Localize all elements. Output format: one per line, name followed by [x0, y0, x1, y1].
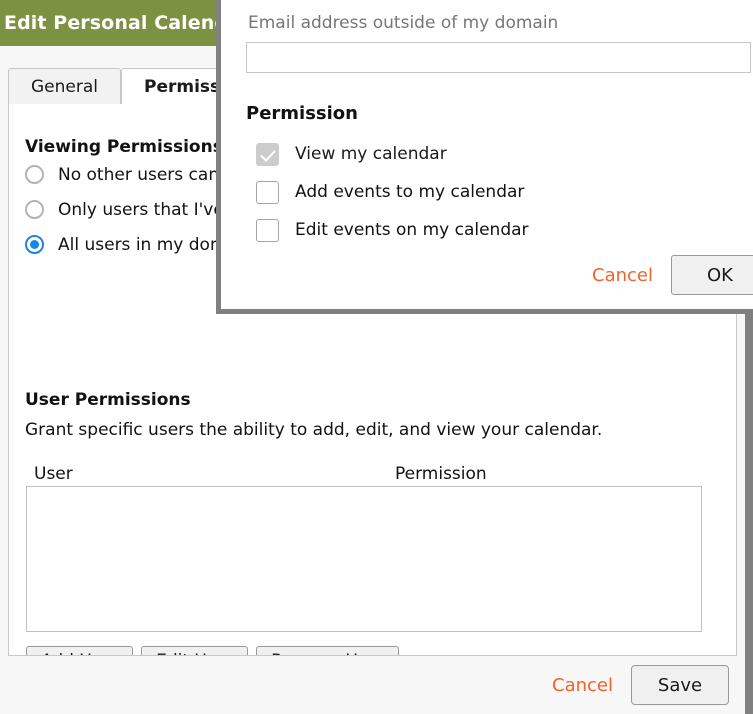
cancel-button[interactable]: Cancel [552, 675, 613, 696]
user-permissions-listbox[interactable] [26, 486, 702, 632]
add-user-permission-modal: Email address outside of my domain Permi… [216, 0, 753, 314]
radio-icon[interactable] [25, 200, 44, 219]
user-permissions-list-header: User Permission [9, 464, 736, 486]
remove-user-button[interactable]: Remove User [256, 646, 400, 655]
modal-footer: Cancel OK [221, 255, 753, 295]
page-title: Edit Personal Calendar [4, 12, 251, 34]
radio-icon[interactable] [25, 165, 44, 184]
modal-ok-button[interactable]: OK [671, 255, 753, 295]
permission-option-label: View my calendar [295, 144, 447, 164]
permission-option-edit-events[interactable]: Edit events on my calendar [256, 211, 529, 249]
column-header-user: User [34, 464, 73, 484]
permission-option-label: Add events to my calendar [295, 182, 525, 202]
modal-body: Email address outside of my domain Permi… [221, 0, 753, 309]
permission-option-view-calendar: View my calendar [256, 135, 529, 173]
edit-user-button[interactable]: Edit User [141, 646, 249, 655]
modal-cancel-button[interactable]: Cancel [592, 265, 653, 286]
user-permissions-actions: Add User Edit User Remove User [26, 646, 400, 655]
modal-permission-heading: Permission [246, 103, 358, 124]
email-input[interactable] [246, 42, 751, 73]
checkbox-icon[interactable] [256, 180, 279, 204]
permission-option-label: Edit events on my calendar [295, 220, 529, 240]
modal-permission-options: View my calendar Add events to my calend… [256, 135, 529, 249]
column-header-permission: Permission [395, 464, 487, 484]
checkbox-icon[interactable] [256, 218, 279, 242]
permission-option-add-events[interactable]: Add events to my calendar [256, 173, 529, 211]
dialog-footer: Cancel Save [0, 656, 745, 714]
save-button[interactable]: Save [631, 665, 729, 705]
user-permissions-heading: User Permissions [25, 390, 191, 410]
add-user-button[interactable]: Add User [26, 646, 134, 655]
screen: Edit Personal Calendar General Permissio… [0, 0, 753, 714]
tab-general[interactable]: General [8, 68, 121, 104]
checkbox-checked-icon [256, 142, 279, 166]
email-field-label: Email address outside of my domain [248, 13, 559, 33]
user-permissions-description: Grant specific users the ability to add,… [25, 420, 603, 440]
radio-icon-selected[interactable] [25, 235, 44, 254]
